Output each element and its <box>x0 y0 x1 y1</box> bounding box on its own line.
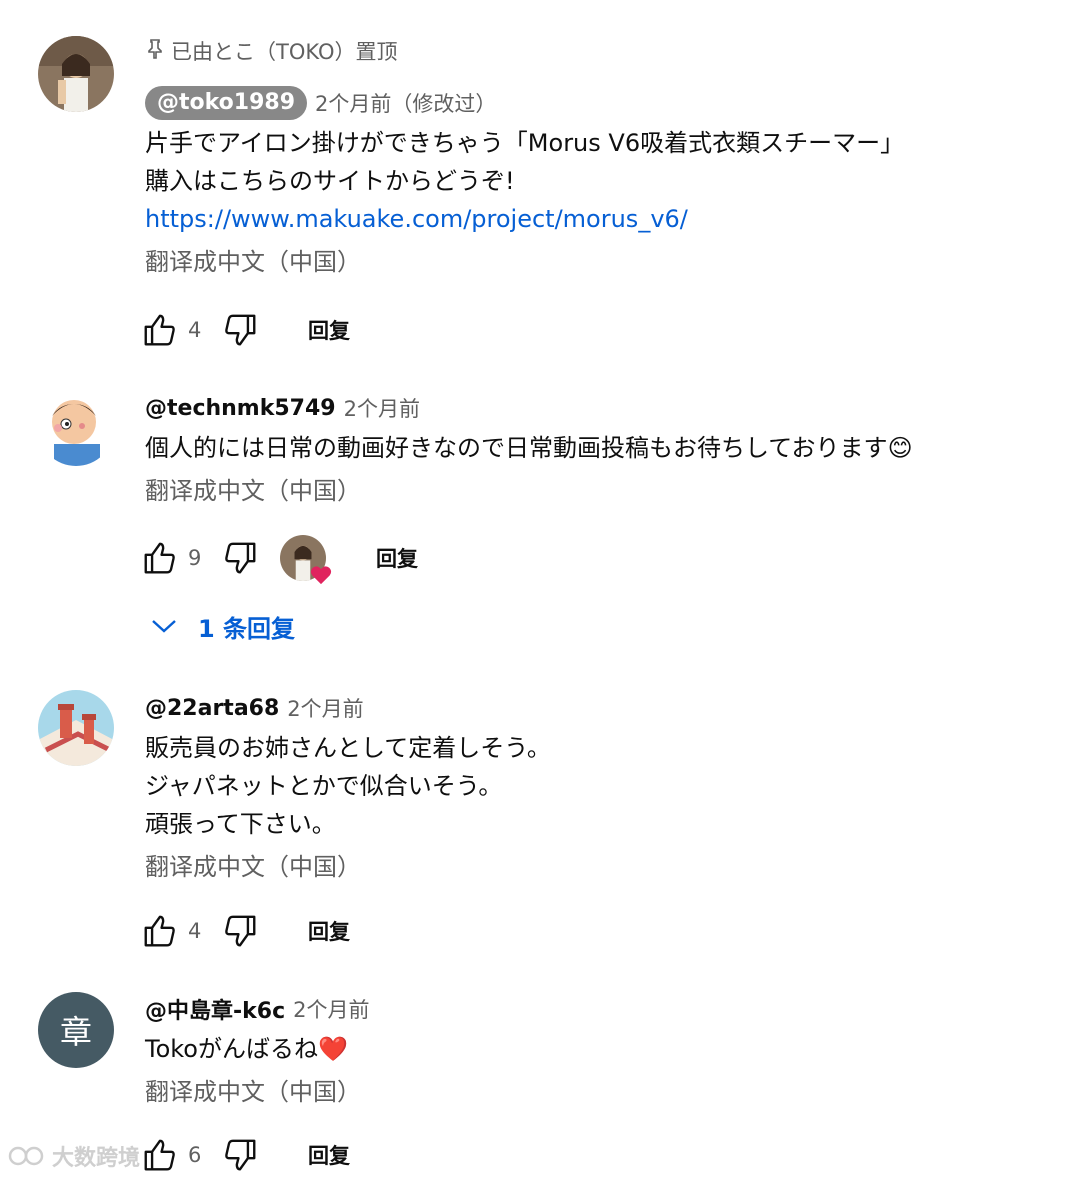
comment-line: 頑張って下さい。 <box>145 810 336 838</box>
comment-text: 片手でアイロン掛けができちゃう「Morus V6吸着式衣類スチーマー」 購入はこ… <box>145 124 1040 238</box>
like-count: 9 <box>188 546 202 570</box>
translate-button[interactable]: 翻译成中文（中国） <box>145 847 1040 887</box>
comment-time[interactable]: 2个月前（修改过） <box>315 88 496 118</box>
dislike-button[interactable] <box>220 1135 260 1175</box>
replies-count-label: 1 条回复 <box>198 614 296 643</box>
author-avatar[interactable]: 章 <box>38 992 114 1068</box>
comment-text: 個人的には日常の動画好きなので日常動画投稿もお待ちしております😊 <box>145 429 1040 467</box>
smile-emoji-icon: 😊 <box>887 434 913 462</box>
comment-line: ジャパネットとかで似合いそう。 <box>145 772 503 800</box>
comment-time[interactable]: 2个月前 <box>287 693 363 723</box>
thumbs-down-icon <box>225 1139 256 1171</box>
thumbs-down-icon <box>225 915 256 947</box>
heart-icon <box>310 566 332 585</box>
heart-emoji-icon: ❤️ <box>318 1035 348 1063</box>
comment-time[interactable]: 2个月前 <box>344 393 420 423</box>
author-name[interactable]: @中島章-k6c <box>145 993 285 1025</box>
thumbs-up-icon <box>144 1139 175 1171</box>
reply-button[interactable]: 回复 <box>308 916 350 946</box>
dislike-button[interactable] <box>220 538 260 578</box>
like-button[interactable] <box>140 310 180 350</box>
avatar-letter: 章 <box>59 1013 92 1051</box>
comment-line-text: Tokoがんばるね <box>145 1035 318 1063</box>
comment-line: 購入はこちらのサイトからどうぞ! <box>145 167 515 195</box>
translate-button[interactable]: 翻译成中文（中国） <box>145 242 1040 282</box>
thumbs-up-icon <box>144 915 175 947</box>
like-button[interactable] <box>140 538 180 578</box>
dislike-button[interactable] <box>220 911 260 951</box>
author-avatar[interactable] <box>38 36 114 112</box>
like-count: 4 <box>188 318 202 342</box>
author-name[interactable]: @toko1989 <box>145 86 308 120</box>
like-button[interactable] <box>140 1135 180 1175</box>
creator-heart-badge <box>280 535 332 585</box>
comment-line: 片手でアイロン掛けができちゃう「Morus V6吸着式衣類スチーマー」 <box>145 129 905 157</box>
dislike-button[interactable] <box>220 310 260 350</box>
thumbs-up-icon <box>144 542 175 574</box>
translate-button[interactable]: 翻译成中文（中国） <box>145 471 1040 511</box>
comment-link[interactable]: https://www.makuake.com/project/morus_v6… <box>145 200 1040 238</box>
comment-time[interactable]: 2个月前 <box>293 994 369 1024</box>
thumbs-down-icon <box>225 542 256 574</box>
reply-button[interactable]: 回复 <box>376 543 418 573</box>
pin-icon <box>145 38 165 65</box>
translate-button[interactable]: 翻译成中文（中国） <box>145 1072 1040 1112</box>
thumbs-up-icon <box>144 314 175 346</box>
like-count: 4 <box>188 919 202 943</box>
comment-text: Tokoがんばるね❤️ <box>145 1030 1040 1068</box>
comment-line-text: 個人的には日常の動画好きなので日常動画投稿もお待ちしております <box>145 434 888 462</box>
like-count: 6 <box>188 1143 202 1167</box>
author-name[interactable]: @22arta68 <box>145 696 279 721</box>
reply-button[interactable]: 回复 <box>308 315 350 345</box>
reply-button[interactable]: 回复 <box>308 1140 350 1170</box>
like-button[interactable] <box>140 911 180 951</box>
author-avatar[interactable] <box>38 390 114 466</box>
chevron-down-icon <box>152 620 176 633</box>
pinned-text: 已由とこ（TOKO）置顶 <box>171 40 398 64</box>
author-avatar[interactable] <box>38 690 114 766</box>
thumbs-down-icon <box>225 314 256 346</box>
author-name[interactable]: @technmk5749 <box>145 396 336 421</box>
watermark-text: 大数跨境 <box>52 1146 141 1171</box>
pinned-label: 已由とこ（TOKO）置顶 <box>145 36 1040 66</box>
view-replies-button[interactable]: 1 条回复 <box>150 606 295 646</box>
comment-line: Tokoがんばるね❤️ <box>145 1030 1040 1068</box>
watermark: 大数跨境 <box>8 1140 140 1172</box>
comment-text: 販売員のお姉さんとして定着しそう。 ジャパネットとかで似合いそう。 頑張って下さ… <box>145 729 1040 843</box>
comment-line: 個人的には日常の動画好きなので日常動画投稿もお待ちしております😊 <box>145 429 1040 467</box>
watermark-logo-icon <box>8 1146 44 1166</box>
comment-line: 販売員のお姉さんとして定着しそう。 <box>145 734 551 762</box>
